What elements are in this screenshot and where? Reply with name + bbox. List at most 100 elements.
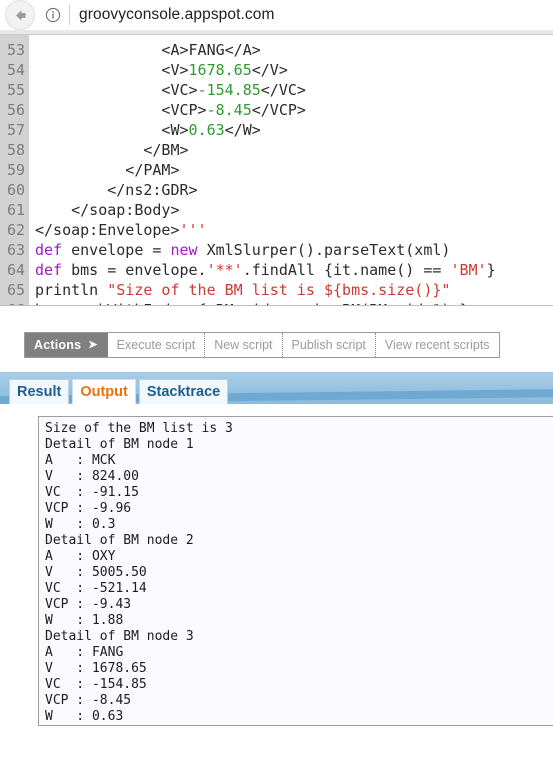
output-console-panel[interactable]: Size of the BM list is 3 Detail of BM nod… bbox=[38, 416, 553, 726]
output-line: VCP : -9.96 bbox=[45, 501, 132, 516]
tab-stacktrace[interactable]: Stacktrace bbox=[138, 379, 229, 404]
line-number-gutter: 53 54 55 56 57 58 59 60 61 62 63 64 6566 bbox=[0, 35, 29, 305]
line-number: 54 bbox=[6, 61, 25, 79]
code-token-string: "Size of the BM list is ${bms.size()}" bbox=[107, 281, 451, 299]
code-line: </PAM> bbox=[35, 160, 553, 180]
code-token-plain: .findAll {it.name() == bbox=[242, 261, 451, 279]
code-token-number: 0.63 bbox=[188, 121, 225, 139]
line-number: 66 bbox=[0, 300, 25, 305]
line-number: 55 bbox=[6, 81, 25, 99]
actions-label: Actions bbox=[34, 338, 82, 352]
code-line: <VC>-154.85</VC> bbox=[35, 80, 553, 100]
line-number: 56 bbox=[6, 101, 25, 119]
line-number: 59 bbox=[6, 161, 25, 179]
output-line: Detail of BM node 1 bbox=[45, 437, 194, 452]
code-text-area[interactable]: <A>FANG</A> <V>1678.65</V> <VC>-154.85</… bbox=[29, 35, 553, 305]
code-token-plain: </VCP> bbox=[251, 101, 306, 119]
browser-toolbar: groovyconsole.appspot.com bbox=[0, 0, 553, 30]
output-line: Detail of BM node 2 bbox=[45, 533, 194, 548]
output-line: A : MCK bbox=[45, 453, 116, 468]
code-line: println "Size of the BM list is ${bms.si… bbox=[35, 280, 553, 300]
result-tabs: Result Output Stacktrace bbox=[9, 379, 229, 404]
code-token-plain: </BM> bbox=[35, 141, 189, 159]
output-line: VC : -91.15 bbox=[45, 485, 139, 500]
code-token-plain: <V> bbox=[35, 61, 189, 79]
line-number: 53 bbox=[6, 41, 25, 59]
code-line: <A>FANG</A> bbox=[35, 40, 553, 60]
actions-toolbar-region: Actions ➤ Execute script New script Publis… bbox=[0, 306, 553, 372]
code-token-string: ''' bbox=[179, 221, 207, 239]
output-line: Size of the BM list is 3 bbox=[45, 421, 233, 436]
code-token-plain: </soap:Body> bbox=[35, 201, 180, 219]
code-token-plain: ) } bbox=[441, 301, 468, 305]
code-token-plain: </ns2:GDR> bbox=[35, 181, 198, 199]
line-number: 61 bbox=[6, 201, 25, 219]
code-line: def envelope = new XmlSlurper().parseTex… bbox=[35, 240, 553, 260]
output-line: W : 0.3 bbox=[45, 517, 116, 532]
output-line: VCP : -9.43 bbox=[45, 597, 132, 612]
output-line: VC : -154.85 bbox=[45, 677, 147, 692]
code-token-plain: bms = envelope. bbox=[62, 261, 207, 279]
tab-output[interactable]: Output bbox=[72, 379, 136, 404]
toolbar-item-view-recent-scripts[interactable]: View recent scripts bbox=[374, 333, 499, 357]
code-token-plain: <VC> bbox=[35, 81, 198, 99]
result-tabs-bar: Result Output Stacktrace bbox=[0, 372, 553, 404]
output-region: Size of the BM list is 3 Detail of BM nod… bbox=[0, 404, 553, 726]
code-token-plain: println bbox=[35, 281, 108, 299]
output-line: W : 0.63 bbox=[45, 709, 124, 724]
code-token-string: 'BM' bbox=[450, 261, 487, 279]
code-token-plain: } bbox=[486, 261, 496, 279]
line-number: 58 bbox=[6, 141, 25, 159]
info-circle-icon[interactable] bbox=[43, 5, 63, 25]
tab-result[interactable]: Result bbox=[9, 379, 70, 404]
output-line: V : 1678.65 bbox=[45, 661, 147, 676]
line-number: 64 bbox=[6, 261, 25, 279]
code-token-plain: <W> bbox=[35, 121, 189, 139]
code-line: </soap:Envelope>''' bbox=[35, 220, 553, 240]
line-number: 57 bbox=[6, 121, 25, 139]
code-token-keyword: def bbox=[35, 261, 63, 279]
output-line: VC : -521.14 bbox=[45, 581, 147, 596]
code-line: def bms = envelope.'**'.findAll {it.name… bbox=[35, 260, 553, 280]
code-token-plain: </W> bbox=[224, 121, 261, 139]
code-token-keyword: new bbox=[170, 241, 198, 259]
output-line: VCP : -8.45 bbox=[45, 693, 132, 708]
arrow-right-icon: ➤ bbox=[88, 338, 98, 351]
code-token-number: -154.85 bbox=[197, 81, 261, 99]
toolbar-item-execute-script[interactable]: Execute script bbox=[108, 333, 205, 357]
url-divider bbox=[69, 5, 70, 25]
output-line: Detail of BM node 3 bbox=[45, 629, 194, 644]
output-line: W : 1.88 bbox=[45, 613, 124, 628]
code-token-plain: </VC> bbox=[260, 81, 306, 99]
back-button[interactable] bbox=[5, 0, 35, 30]
actions-menu-button[interactable]: Actions ➤ bbox=[25, 333, 108, 357]
code-line: bms.eachWithIndex { BM, id -> showBM(BM,… bbox=[35, 300, 553, 305]
back-arrow-icon bbox=[15, 9, 26, 21]
line-number: 60 bbox=[6, 181, 25, 199]
toolbar-item-new-script[interactable]: New script bbox=[204, 333, 281, 357]
code-token-plain: </PAM> bbox=[35, 161, 180, 179]
code-token-string: '**' bbox=[206, 261, 243, 279]
actions-toolbar: Actions ➤ Execute script New script Publis… bbox=[24, 332, 500, 358]
code-token-plain: </soap:Envelope> bbox=[35, 221, 180, 239]
line-number: 63 bbox=[6, 241, 25, 259]
code-token-plain: bms.eachWithIndex { BM, id -> showBM(BM,… bbox=[35, 301, 432, 305]
output-line: V : 824.00 bbox=[45, 469, 139, 484]
code-token-plain: </V> bbox=[251, 61, 288, 79]
code-line: <W>0.63</W> bbox=[35, 120, 553, 140]
code-editor[interactable]: 53 54 55 56 57 58 59 60 61 62 63 64 6566 <A>FANG</A>… bbox=[0, 35, 553, 306]
code-token-plain: XmlSlurper().parseText(xml) bbox=[197, 241, 451, 259]
output-line: V : 5005.50 bbox=[45, 565, 147, 580]
address-bar-url[interactable]: groovyconsole.appspot.com bbox=[79, 6, 549, 24]
code-line: <V>1678.65</V> bbox=[35, 60, 553, 80]
code-token-plain: <A>FANG</A> bbox=[35, 41, 261, 59]
code-token-number: -8.45 bbox=[206, 101, 252, 119]
line-number: 62 bbox=[6, 221, 25, 239]
code-line: </ns2:GDR> bbox=[35, 180, 553, 200]
code-line: </BM> bbox=[35, 140, 553, 160]
code-token-keyword: def bbox=[35, 241, 63, 259]
toolbar-item-publish-script[interactable]: Publish script bbox=[281, 333, 375, 357]
code-token-plain: <VCP> bbox=[35, 101, 207, 119]
actions-menu-items: Execute script New script Publish script Vi… bbox=[108, 333, 499, 357]
code-line: </soap:Body> bbox=[35, 200, 553, 220]
